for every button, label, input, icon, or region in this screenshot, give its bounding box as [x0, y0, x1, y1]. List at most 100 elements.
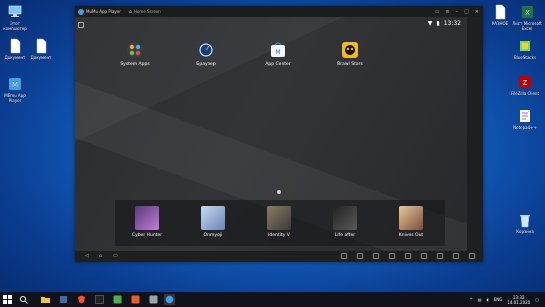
- start-button[interactable]: [2, 294, 13, 305]
- desktop-icon-document-2[interactable]: Документ: [26, 38, 56, 60]
- desktop-icon-label: FileZilla Client: [510, 91, 540, 96]
- desktop-icon-folder[interactable]: РАЗНОЕ: [485, 4, 515, 26]
- filezilla-icon: Z: [518, 74, 532, 90]
- desktop-icon-recycle-bin[interactable]: Корзина: [510, 212, 540, 234]
- more-icon[interactable]: [469, 253, 475, 259]
- desktop-icon-label: Документ: [4, 55, 26, 60]
- windows-icon: [3, 295, 12, 304]
- app-label: Cyber Hunter: [131, 233, 163, 238]
- notifications-icon[interactable]: ▢: [535, 297, 539, 302]
- emulator-sidebar: [467, 17, 483, 251]
- folder-icon: [41, 297, 50, 303]
- computer-icon: [8, 4, 22, 20]
- keyboard-icon[interactable]: [341, 253, 347, 259]
- terminal-icon: [95, 295, 104, 304]
- excel-icon: X: [520, 4, 534, 20]
- dock-app-life-after[interactable]: Life after: [325, 206, 365, 238]
- maximize-icon[interactable]: □: [464, 9, 469, 15]
- page-indicator: [277, 190, 281, 194]
- brave-icon: [78, 295, 85, 304]
- desktop-icon-bluestacks[interactable]: BlueStacks: [510, 38, 540, 60]
- mumu-logo-icon: [78, 8, 84, 15]
- taskbar-file-explorer[interactable]: [40, 294, 51, 305]
- dock-app-knives-out[interactable]: Knives Out: [391, 206, 431, 238]
- taskbar-app-5[interactable]: [112, 294, 123, 305]
- search-icon: [19, 295, 28, 304]
- app-app-center[interactable]: M App Center: [258, 41, 298, 67]
- desktop-icon-label: Notepad++: [513, 125, 537, 130]
- browser-icon: [197, 41, 215, 59]
- location-icon[interactable]: [453, 253, 459, 259]
- windows-taskbar: ^ ▤ ◖ ENG 13:32 14.01.2020 ▢: [0, 292, 545, 307]
- dock-app-cyber-hunter[interactable]: Cyber Hunter: [127, 206, 167, 238]
- wifi-icon: ▼: [427, 20, 433, 27]
- screenshot-icon[interactable]: [373, 253, 379, 259]
- fullscreen-icon[interactable]: [437, 253, 443, 259]
- android-nav-bar: ◁ ⌂ ▭: [75, 251, 483, 262]
- app-orange-icon: [131, 295, 140, 304]
- taskbar-app-7[interactable]: [148, 294, 159, 305]
- mumu-icon: [165, 295, 174, 304]
- app-system-apps[interactable]: System Apps: [115, 41, 155, 67]
- close-icon[interactable]: ✕: [475, 9, 479, 15]
- desktop-icon-filezilla[interactable]: Z FileZilla Client: [510, 74, 540, 96]
- home-nav-icon[interactable]: ⌂: [99, 253, 102, 259]
- dock-app-onmyoji[interactable]: Onmyoji: [193, 206, 233, 238]
- document-icon: [34, 38, 48, 54]
- network-icon[interactable]: ▤: [478, 297, 482, 302]
- taskbar-mumu[interactable]: [164, 294, 175, 305]
- desktop-icon-excel[interactable]: X Лист Microsoft Excel: [512, 4, 542, 31]
- minimize-icon[interactable]: –: [456, 9, 459, 15]
- tray-chevron-icon[interactable]: ^: [469, 297, 472, 302]
- app-label: Identity V: [268, 233, 290, 238]
- tab-home-screen[interactable]: Home Screen: [134, 9, 161, 14]
- language-indicator[interactable]: ENG: [494, 297, 503, 302]
- memu-icon: M: [8, 76, 22, 92]
- window-controls: ▭ ≡ – □ ✕: [435, 6, 479, 17]
- cyber-hunter-icon: [135, 206, 159, 230]
- app-browser[interactable]: Браузер: [186, 41, 226, 67]
- identity-v-icon: [267, 206, 291, 230]
- taskbar-app-4[interactable]: [94, 294, 105, 305]
- app-label: Браузер: [196, 62, 216, 67]
- emulator-titlebar[interactable]: MuMu App Player ⌂ Home Screen ▭ ≡ – □ ✕: [75, 6, 483, 17]
- status-bar: ▼ ▮ 13:32: [428, 20, 461, 27]
- desktop-icon-computer[interactable]: Этот компьютер: [0, 4, 30, 31]
- desktop-icon-memu[interactable]: M MEmu App Player: [0, 76, 30, 103]
- taskbar-app-6[interactable]: [130, 294, 141, 305]
- app-label: Life after: [334, 233, 356, 238]
- taskbar-brave[interactable]: [76, 294, 87, 305]
- taskbar-clock[interactable]: 13:32 14.01.2020: [507, 295, 530, 305]
- menu-icon[interactable]: ≡: [445, 9, 449, 15]
- back-icon[interactable]: ◁: [85, 253, 89, 259]
- app-brawl-stars[interactable]: Brawl Stars: [330, 41, 370, 67]
- bluestacks-icon: [518, 38, 532, 54]
- android-home-screen[interactable]: ▼ ▮ 13:32 System Apps Браузер M App Cent…: [75, 17, 467, 251]
- document-icon: [493, 4, 507, 20]
- desktop-icon-label: Корзина: [516, 229, 534, 234]
- taskbar-app-2[interactable]: [58, 294, 69, 305]
- emulator-window[interactable]: MuMu App Player ⌂ Home Screen ▭ ≡ – □ ✕ …: [75, 6, 483, 262]
- recents-icon[interactable]: ▭: [113, 253, 118, 259]
- app-label: System Apps: [120, 62, 150, 67]
- desktop-icon-notepad[interactable]: Notepad++: [510, 108, 540, 130]
- life-after-icon: [333, 206, 357, 230]
- speaker-icon[interactable]: ◖: [487, 297, 489, 302]
- app-dock: Cyber Hunter Onmyoji Identity V Life aft…: [115, 200, 445, 246]
- volume-icon[interactable]: [389, 253, 395, 259]
- app-label: Onmyoji: [203, 233, 223, 238]
- home-icon[interactable]: ⌂: [129, 9, 132, 15]
- gamepad-icon[interactable]: [357, 253, 363, 259]
- search-button[interactable]: [18, 294, 29, 305]
- rotate-icon[interactable]: [421, 253, 427, 259]
- sidebar-toggle-icon[interactable]: [78, 22, 84, 28]
- shake-icon[interactable]: [405, 253, 411, 259]
- knives-out-icon: [399, 206, 423, 230]
- screen-icon[interactable]: ▭: [435, 9, 440, 15]
- app-center-icon: M: [269, 41, 287, 59]
- status-time: 13:32: [443, 20, 461, 27]
- dock-app-identity-v[interactable]: Identity V: [259, 206, 299, 238]
- desktop-icon-label: BlueStacks: [513, 55, 536, 60]
- desktop-icon-label: Этот компьютер: [3, 21, 27, 31]
- emulator-title: MuMu App Player: [86, 9, 121, 14]
